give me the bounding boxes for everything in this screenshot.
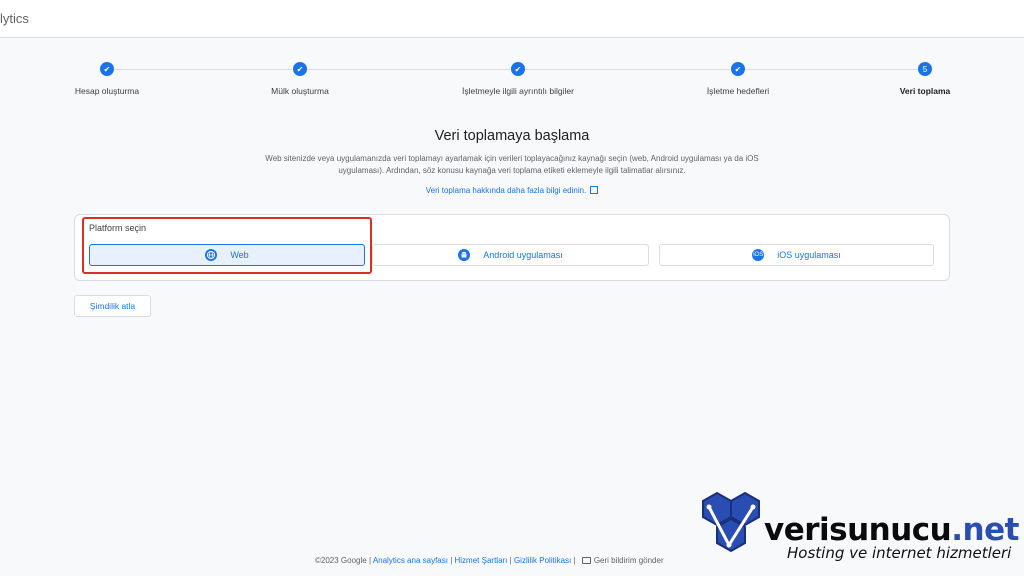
setup-stepper: ✔ Hesap oluşturma ✔ Mülk oluşturma ✔ İşl… — [0, 62, 1024, 102]
step-property-creation: ✔ Mülk oluşturma — [250, 62, 350, 96]
platform-ios-button[interactable]: iOS iOS uygulaması — [659, 244, 934, 266]
platform-android-button[interactable]: Android uygulaması — [372, 244, 649, 266]
footer: ©2023 Google | Analytics ana sayfası | H… — [315, 556, 664, 565]
check-icon: ✔ — [293, 62, 307, 76]
feedback-icon — [581, 557, 591, 564]
learn-more-text: Veri toplama hakkında daha fazla bilgi e… — [425, 186, 587, 195]
page-title: Veri toplamaya başlama — [434, 128, 590, 144]
step-label: İşletmeyle ilgili ayrıntılı bilgiler — [462, 86, 574, 96]
watermark-tagline: Hosting ve internet hizmetleri — [787, 544, 1012, 562]
watermark-brand-name: verisunucu.net — [764, 512, 1019, 548]
footer-link-terms[interactable]: Hizmet Şartları — [455, 556, 508, 565]
top-app-bar: lytics — [0, 0, 1024, 38]
page-description: Web sitenizde veya uygulamanızda veri to… — [265, 154, 759, 175]
footer-separator: | — [571, 556, 578, 565]
step-label: Veri toplama — [899, 86, 951, 96]
platform-ios-label: iOS uygulaması — [777, 250, 841, 260]
external-link-icon — [590, 186, 599, 194]
step-label: İşletme hedefleri — [706, 86, 770, 96]
step-label: Hesap oluşturma — [74, 86, 140, 96]
footer-copyright: ©2023 Google — [315, 556, 367, 565]
step-data-collection: 5 Veri toplama — [885, 62, 965, 96]
ios-icon: iOS — [752, 249, 765, 261]
app-title: lytics — [0, 11, 29, 26]
android-icon — [458, 249, 471, 261]
step-account-creation: ✔ Hesap oluşturma — [57, 62, 157, 96]
skip-button[interactable]: Şimdilik atla — [74, 295, 151, 317]
step-number-badge: 5 — [918, 62, 932, 76]
check-icon: ✔ — [511, 62, 525, 76]
footer-feedback[interactable]: Geri bildirim gönder — [594, 556, 664, 565]
step-business-details: ✔ İşletmeyle ilgili ayrıntılı bilgiler — [438, 62, 598, 96]
learn-more-link[interactable]: Veri toplama hakkında daha fazla bilgi e… — [0, 186, 1024, 195]
footer-link-analytics-home[interactable]: Analytics ana sayfası — [373, 556, 448, 565]
check-icon: ✔ — [731, 62, 745, 76]
step-label: Mülk oluşturma — [271, 86, 329, 96]
check-icon: ✔ — [100, 62, 114, 76]
footer-link-privacy[interactable]: Gizlilik Politikası — [514, 556, 571, 565]
watermark-name-suffix: .net — [951, 512, 1019, 548]
verisunucu-logo — [702, 491, 760, 553]
watermark-name-main: verisunucu — [764, 512, 952, 548]
platform-android-label: Android uygulaması — [483, 250, 563, 260]
step-business-objectives: ✔ İşletme hedefleri — [688, 62, 788, 96]
highlight-box — [82, 217, 372, 274]
